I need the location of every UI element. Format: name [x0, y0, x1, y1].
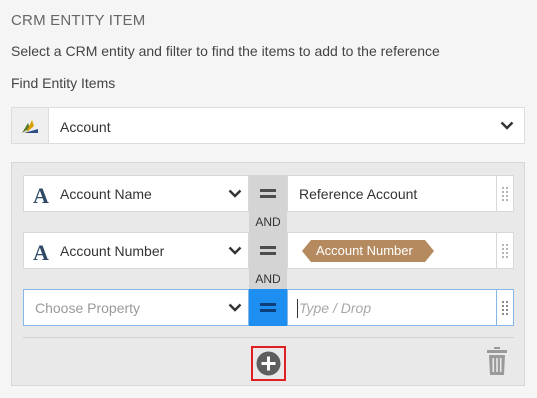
property-select[interactable]: A Account Name	[23, 175, 249, 212]
property-select-value: Account Name	[60, 186, 152, 202]
and-connector-label: AND	[255, 215, 281, 229]
grip-icon	[502, 244, 508, 258]
value-input-text: Reference Account	[299, 186, 418, 202]
divider	[23, 337, 514, 338]
filter-row: A Account Number Account Number	[23, 232, 514, 269]
drag-handle[interactable]	[497, 289, 514, 326]
value-input[interactable]: Account Number	[287, 232, 497, 269]
filter-row: Choose Property Type / Drop	[23, 289, 514, 326]
drag-handle[interactable]	[497, 232, 514, 269]
and-connector-label: AND	[255, 272, 281, 286]
text-caret	[297, 299, 298, 318]
chevron-down-icon	[228, 246, 242, 255]
property-select-value: Account Number	[60, 243, 165, 259]
chevron-down-icon	[500, 121, 514, 130]
find-entity-label: Find Entity Items	[11, 75, 116, 91]
operator-equals-button[interactable]	[249, 232, 287, 269]
property-select[interactable]: A Account Number	[23, 232, 249, 269]
grip-icon	[502, 187, 508, 201]
add-filter-button[interactable]	[251, 346, 286, 381]
entity-select-value: Account	[60, 119, 111, 135]
drag-handle[interactable]	[497, 175, 514, 212]
and-connector: AND	[249, 212, 287, 232]
section-title: CRM ENTITY ITEM	[11, 12, 146, 29]
dynamics-crm-icon	[12, 108, 49, 143]
and-connector: AND	[249, 269, 287, 289]
value-input[interactable]: Reference Account	[287, 175, 497, 212]
section-description: Select a CRM entity and filter to find t…	[11, 43, 440, 59]
value-input[interactable]: Type / Drop	[287, 289, 497, 326]
text-type-icon: A	[33, 183, 49, 208]
property-select[interactable]: Choose Property	[23, 289, 249, 326]
property-select-placeholder: Choose Property	[35, 300, 141, 316]
text-type-icon: A	[33, 240, 49, 265]
operator-equals-button[interactable]	[249, 175, 287, 212]
chevron-down-icon	[228, 303, 242, 312]
value-input-placeholder: Type / Drop	[299, 300, 372, 316]
operator-equals-button[interactable]	[249, 289, 287, 326]
plus-circle-icon	[256, 351, 281, 376]
entity-select[interactable]: Account	[11, 107, 525, 144]
grip-icon	[502, 301, 508, 315]
filter-row: A Account Name Reference Account	[23, 175, 514, 212]
value-token[interactable]: Account Number	[302, 240, 434, 262]
value-token-label: Account Number	[316, 243, 413, 258]
chevron-down-icon	[228, 189, 242, 198]
trash-icon[interactable]	[487, 347, 507, 375]
filter-panel: A Account Name Reference Account AND A A…	[11, 162, 525, 386]
